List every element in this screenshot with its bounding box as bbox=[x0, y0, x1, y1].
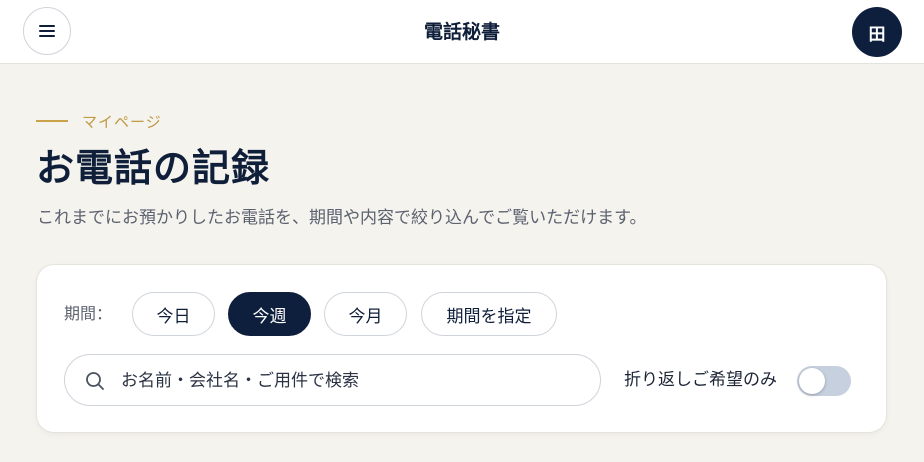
period-today-button[interactable]: 今日 bbox=[132, 292, 215, 336]
filter-card bbox=[36, 264, 887, 433]
period-this-month-button[interactable]: 今月 bbox=[324, 292, 407, 336]
period-this-week-button[interactable]: 今週 bbox=[228, 292, 311, 336]
callback-only-toggle[interactable] bbox=[797, 366, 851, 396]
toggle-knob bbox=[799, 368, 825, 394]
eyebrow-text: マイページ bbox=[82, 112, 162, 131]
search-box bbox=[64, 354, 601, 407]
period-label: 期間： bbox=[64, 304, 113, 323]
search-icon bbox=[86, 372, 104, 390]
callback-only-label: 折り返しご希望のみ bbox=[624, 370, 777, 390]
app-title: 電話秘書 bbox=[423, 21, 500, 43]
page-subtitle: これまでにお預かりしたお電話を、期間や内容で絞り込んでご覧いただけます。 bbox=[37, 208, 647, 228]
menu-button[interactable] bbox=[23, 7, 71, 55]
page-title: お電話の記録 bbox=[36, 145, 271, 190]
period-custom-range-button[interactable]: 期間を指定 bbox=[421, 292, 557, 336]
avatar[interactable]: 田 bbox=[852, 7, 902, 57]
top-bar: 電話秘書 田 bbox=[0, 0, 924, 64]
search-input[interactable] bbox=[119, 355, 583, 407]
eyebrow-line bbox=[36, 120, 68, 122]
hamburger-icon bbox=[39, 25, 55, 37]
eyebrow: マイページ bbox=[36, 110, 162, 132]
